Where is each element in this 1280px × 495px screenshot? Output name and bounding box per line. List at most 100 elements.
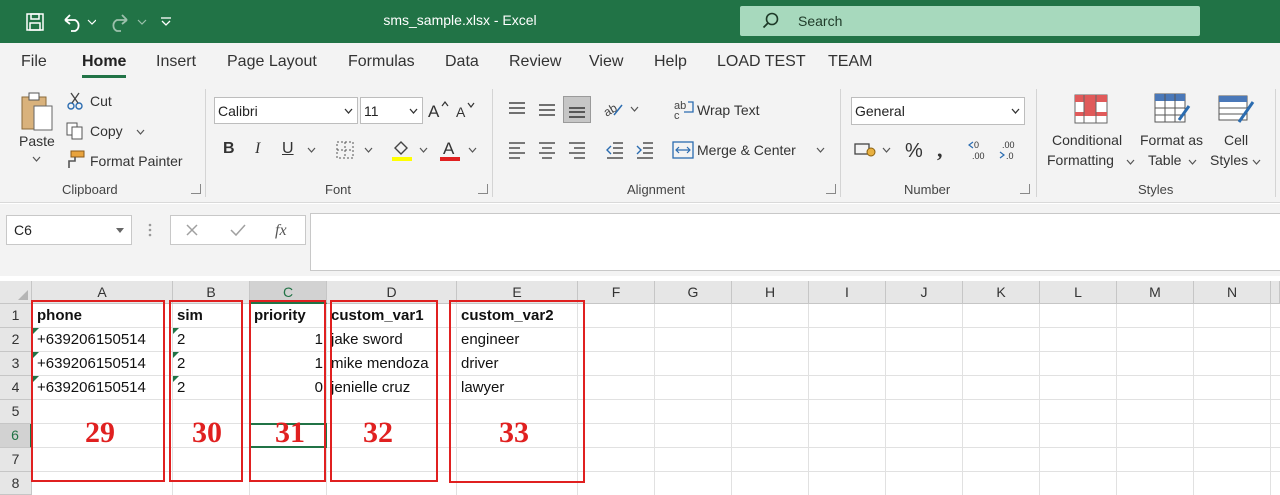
row-header[interactable]: 4 [0, 376, 32, 400]
tab-load-test[interactable]: LOAD TEST [717, 53, 806, 71]
dialog-launcher-icon[interactable] [191, 184, 201, 194]
select-all-corner[interactable] [0, 281, 32, 304]
tab-team[interactable]: TEAM [828, 53, 872, 71]
cut-icon[interactable] [66, 92, 84, 110]
borders-icon[interactable] [334, 139, 356, 161]
row-header[interactable]: 5 [0, 400, 32, 424]
cell-styles-label-1[interactable]: Cell [1224, 132, 1248, 148]
chevron-down-icon[interactable] [305, 145, 317, 155]
increase-font-size-icon[interactable]: A [428, 99, 450, 121]
search-box[interactable]: Search [740, 6, 1200, 36]
number-format-select[interactable]: General [851, 97, 1025, 125]
column-header[interactable]: N [1194, 281, 1271, 304]
chevron-down-icon[interactable] [1186, 157, 1198, 167]
cut-button[interactable]: Cut [90, 93, 112, 109]
column-header[interactable]: L [1040, 281, 1117, 304]
row-header[interactable]: 1 [0, 304, 32, 328]
chevron-down-icon[interactable] [628, 104, 640, 114]
decrease-decimal-icon[interactable]: .00.0 [998, 137, 1024, 163]
tab-page-layout[interactable]: Page Layout [227, 53, 317, 71]
dialog-launcher-icon[interactable] [826, 184, 836, 194]
paste-label[interactable]: Paste [19, 133, 55, 149]
tab-formulas[interactable]: Formulas [348, 53, 415, 71]
merge-center-icon[interactable] [672, 139, 694, 161]
copy-icon[interactable] [65, 121, 85, 141]
merge-center-button[interactable]: Merge & Center [697, 142, 796, 158]
formula-input[interactable] [310, 213, 1280, 271]
column-header[interactable]: G [655, 281, 732, 304]
tab-file[interactable]: File [21, 53, 47, 71]
align-left-icon[interactable] [506, 139, 528, 161]
accounting-format-icon[interactable] [853, 139, 877, 161]
align-top-icon[interactable] [506, 98, 528, 120]
row-header[interactable]: 6 [0, 424, 32, 448]
row-header[interactable]: 3 [0, 352, 32, 376]
tab-view[interactable]: View [589, 53, 623, 71]
spreadsheet-grid[interactable]: A B C D E F G H I J K L M N 1 2 3 4 5 6 … [0, 276, 1280, 495]
dialog-launcher-icon[interactable] [1020, 184, 1030, 194]
font-size-select[interactable]: 11 [360, 97, 423, 124]
copy-button[interactable]: Copy [90, 123, 123, 139]
bold-button[interactable]: B [223, 140, 235, 158]
column-header[interactable]: I [809, 281, 886, 304]
column-header[interactable]: J [886, 281, 963, 304]
dialog-launcher-icon[interactable] [478, 184, 488, 194]
format-as-table-label-2[interactable]: Table [1148, 152, 1181, 168]
chevron-down-icon[interactable] [1250, 157, 1262, 167]
font-color-icon[interactable]: A [438, 137, 462, 163]
column-header[interactable]: M [1117, 281, 1194, 304]
format-painter-icon[interactable] [65, 150, 85, 170]
align-center-icon[interactable] [536, 139, 558, 161]
chevron-down-icon[interactable] [1124, 157, 1136, 167]
row-header[interactable]: 8 [0, 472, 32, 495]
chevron-down-icon[interactable] [362, 145, 374, 155]
tab-home[interactable]: Home [82, 53, 127, 78]
insert-function-icon[interactable]: fx [273, 220, 295, 240]
chevron-down-icon[interactable] [30, 153, 42, 165]
comma-style-icon[interactable]: , [934, 138, 950, 162]
drag-handle-icon[interactable] [146, 219, 154, 241]
conditional-formatting-icon[interactable] [1072, 91, 1110, 127]
decrease-indent-icon[interactable] [604, 139, 626, 161]
column-header[interactable]: H [732, 281, 809, 304]
italic-button[interactable]: I [255, 140, 260, 158]
row-header[interactable]: 7 [0, 448, 32, 472]
row-header[interactable]: 2 [0, 328, 32, 352]
format-as-table-label-1[interactable]: Format as [1140, 132, 1203, 148]
wrap-text-icon[interactable]: ab c [674, 97, 696, 121]
annotation-label: 33 [499, 416, 529, 449]
increase-indent-icon[interactable] [634, 139, 656, 161]
column-header[interactable]: K [963, 281, 1040, 304]
tab-review[interactable]: Review [509, 53, 561, 71]
font-name-select[interactable]: Calibri [214, 97, 358, 124]
chevron-down-icon[interactable] [814, 145, 826, 155]
paste-icon[interactable] [18, 89, 58, 133]
cell-styles-icon[interactable] [1216, 91, 1256, 127]
align-right-icon[interactable] [566, 139, 588, 161]
chevron-down-icon[interactable] [134, 127, 146, 137]
format-as-table-icon[interactable] [1152, 91, 1192, 127]
tab-help[interactable]: Help [654, 53, 687, 71]
format-painter-button[interactable]: Format Painter [90, 153, 183, 169]
column-header[interactable] [1271, 281, 1280, 304]
underline-button[interactable]: U [282, 140, 294, 158]
wrap-text-button[interactable]: Wrap Text [697, 102, 760, 118]
column-header[interactable]: F [578, 281, 655, 304]
chevron-down-icon[interactable] [417, 145, 429, 155]
tab-insert[interactable]: Insert [156, 53, 196, 71]
enter-icon[interactable] [229, 222, 247, 238]
chevron-down-icon[interactable] [880, 145, 892, 155]
cell-styles-label-2[interactable]: Styles [1210, 152, 1248, 168]
align-middle-icon[interactable] [536, 98, 558, 120]
orientation-icon[interactable]: ab [602, 98, 626, 120]
percent-style-icon[interactable]: % [903, 138, 927, 162]
chevron-down-icon[interactable] [466, 145, 478, 155]
cancel-icon[interactable] [184, 222, 200, 238]
tab-data[interactable]: Data [445, 53, 479, 71]
increase-decimal-icon[interactable]: 0.00 [968, 137, 994, 163]
conditional-formatting-label-2[interactable]: Formatting [1047, 152, 1114, 168]
name-box[interactable]: C6 [6, 215, 132, 245]
conditional-formatting-label-1[interactable]: Conditional [1052, 132, 1122, 148]
decrease-font-size-icon[interactable]: A [456, 99, 478, 121]
fill-color-icon[interactable] [390, 137, 414, 163]
